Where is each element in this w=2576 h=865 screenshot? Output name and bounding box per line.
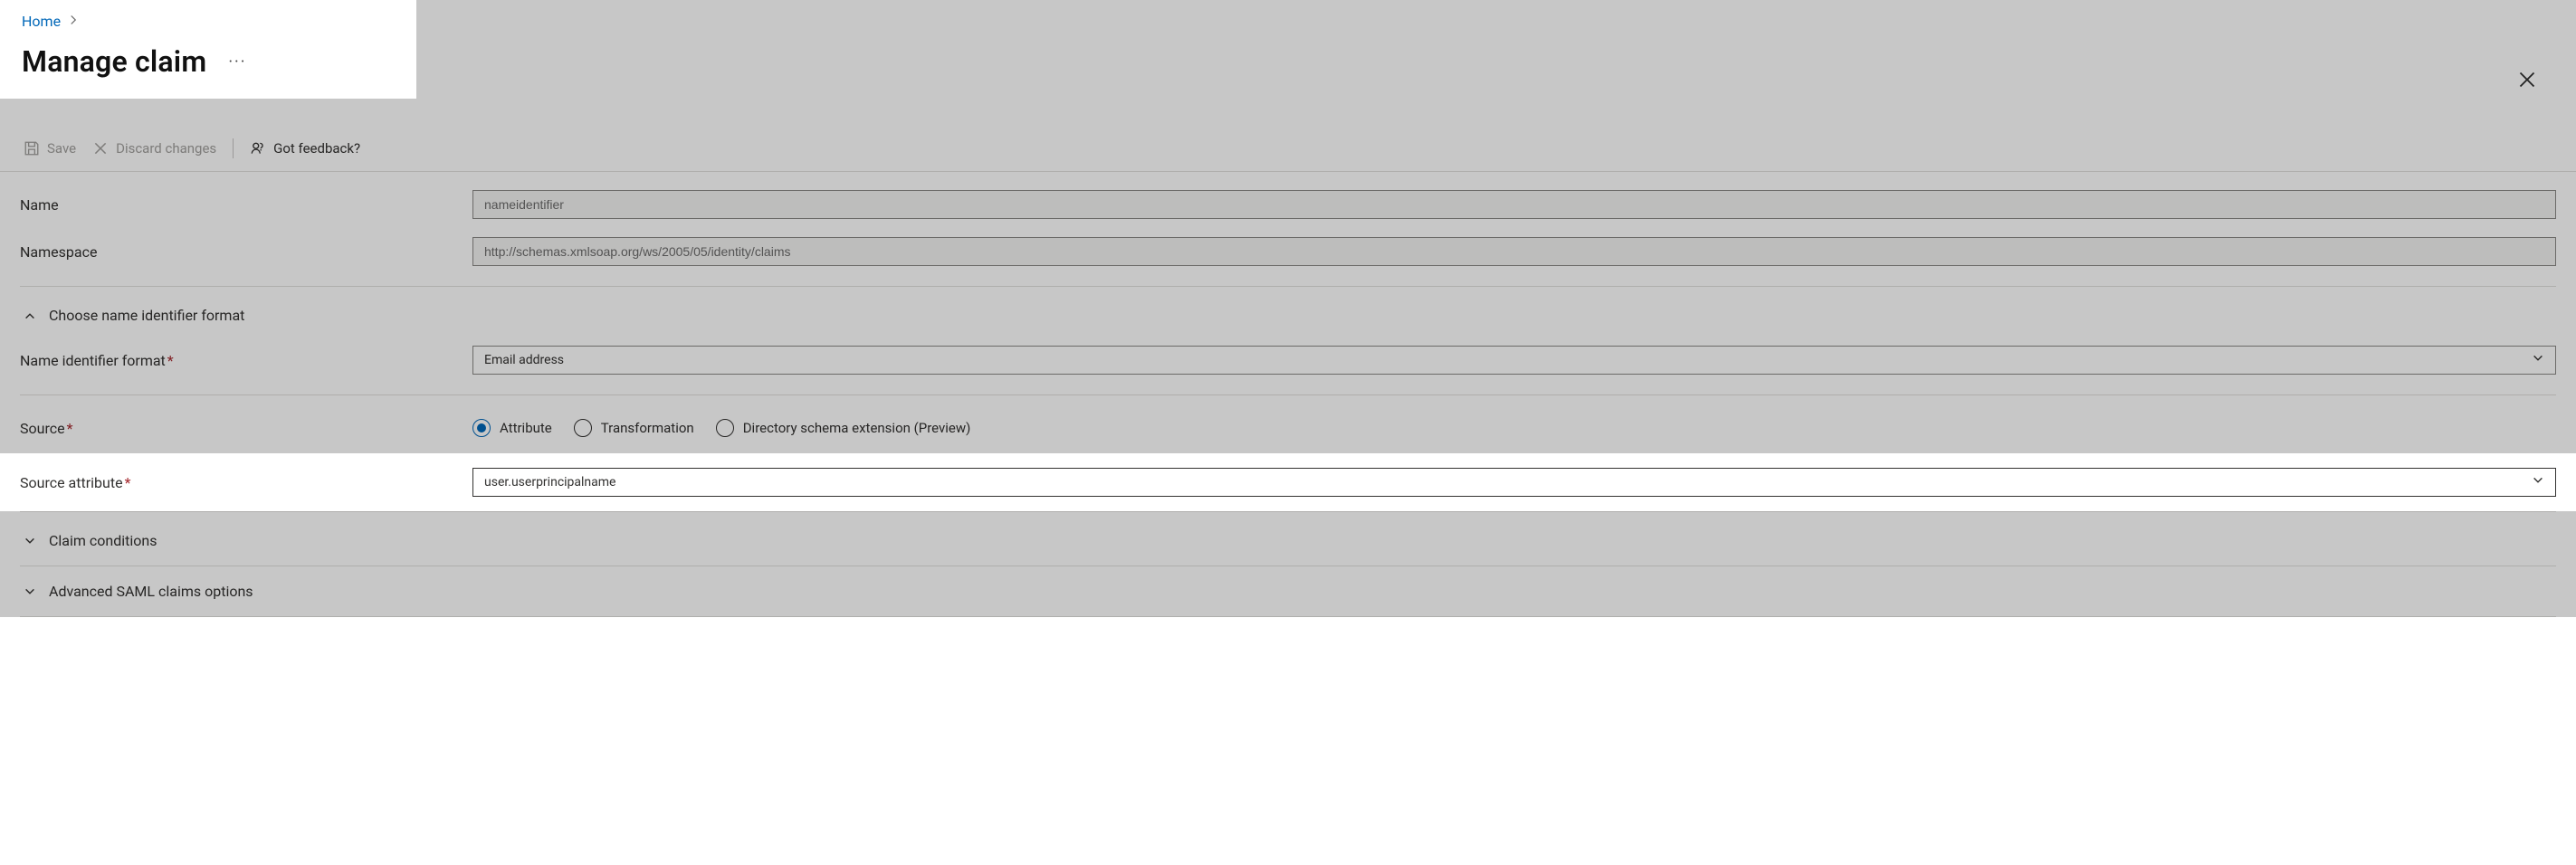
source-radio-directory-ext[interactable]: Directory schema extension (Preview) xyxy=(716,419,971,437)
header-region: Home Manage claim ··· xyxy=(0,0,416,99)
name-id-format-label: Name identifier format* xyxy=(20,352,472,369)
source-attribute-row: Source attribute* user.userprincipalname xyxy=(20,464,2556,500)
radio-label-directory-ext: Directory schema extension (Preview) xyxy=(743,420,971,436)
discard-button[interactable]: Discard changes xyxy=(92,140,216,157)
save-icon xyxy=(24,140,40,157)
advanced-saml-label: Advanced SAML claims options xyxy=(49,583,253,600)
namespace-label: Namespace xyxy=(20,243,472,261)
source-attribute-label: Source attribute* xyxy=(20,474,472,491)
toolbar-separator xyxy=(233,138,234,158)
required-marker: * xyxy=(167,352,174,369)
source-row: Source* Attribute Transformation xyxy=(20,403,2556,453)
name-label: Name xyxy=(20,196,472,214)
chevron-down-icon xyxy=(24,535,36,547)
source-attribute-strip: Source attribute* user.userprincipalname xyxy=(0,453,2576,511)
required-marker: * xyxy=(125,474,131,491)
more-menu-icon[interactable]: ··· xyxy=(228,52,246,71)
name-id-format-select[interactable]: Email address xyxy=(472,346,2556,375)
toolbar: Save Discard changes Got feedback? xyxy=(0,124,2576,172)
chevron-down-icon xyxy=(2532,474,2544,490)
source-radio-group: Attribute Transformation Directory schem… xyxy=(472,419,2556,437)
breadcrumb: Home xyxy=(22,13,398,30)
chevron-down-icon xyxy=(24,585,36,598)
source-radio-attribute[interactable]: Attribute xyxy=(472,419,552,437)
feedback-label: Got feedback? xyxy=(273,140,360,157)
chevron-right-icon xyxy=(68,14,79,29)
name-row: Name xyxy=(20,181,2556,228)
radio-label-attribute: Attribute xyxy=(500,420,552,436)
claim-conditions-header[interactable]: Claim conditions xyxy=(20,519,2556,562)
name-id-format-row: Name identifier format* Email address xyxy=(20,337,2556,384)
source-radio-transformation[interactable]: Transformation xyxy=(574,419,694,437)
save-label: Save xyxy=(47,140,76,157)
close-icon xyxy=(92,140,109,157)
choose-format-label: Choose name identifier format xyxy=(49,307,244,324)
advanced-saml-header[interactable]: Advanced SAML claims options xyxy=(20,570,2556,613)
close-button[interactable] xyxy=(2513,65,2542,94)
namespace-input xyxy=(472,237,2556,266)
chevron-down-icon xyxy=(2532,352,2544,368)
feedback-icon xyxy=(250,140,266,157)
save-button[interactable]: Save xyxy=(24,140,76,157)
discard-label: Discard changes xyxy=(116,140,216,157)
breadcrumb-home[interactable]: Home xyxy=(22,13,61,30)
required-marker: * xyxy=(67,420,73,437)
source-attribute-select[interactable]: user.userprincipalname xyxy=(472,468,2556,497)
claim-conditions-label: Claim conditions xyxy=(49,532,157,549)
namespace-row: Namespace xyxy=(20,228,2556,275)
choose-format-header[interactable]: Choose name identifier format xyxy=(20,294,2556,337)
chevron-up-icon xyxy=(24,309,36,322)
source-attribute-value: user.userprincipalname xyxy=(484,475,615,490)
name-input xyxy=(472,190,2556,219)
radio-label-transformation: Transformation xyxy=(601,420,694,436)
name-id-format-value: Email address xyxy=(484,353,564,367)
source-label: Source* xyxy=(20,420,472,437)
page-title: Manage claim xyxy=(22,44,206,79)
feedback-button[interactable]: Got feedback? xyxy=(250,140,360,157)
